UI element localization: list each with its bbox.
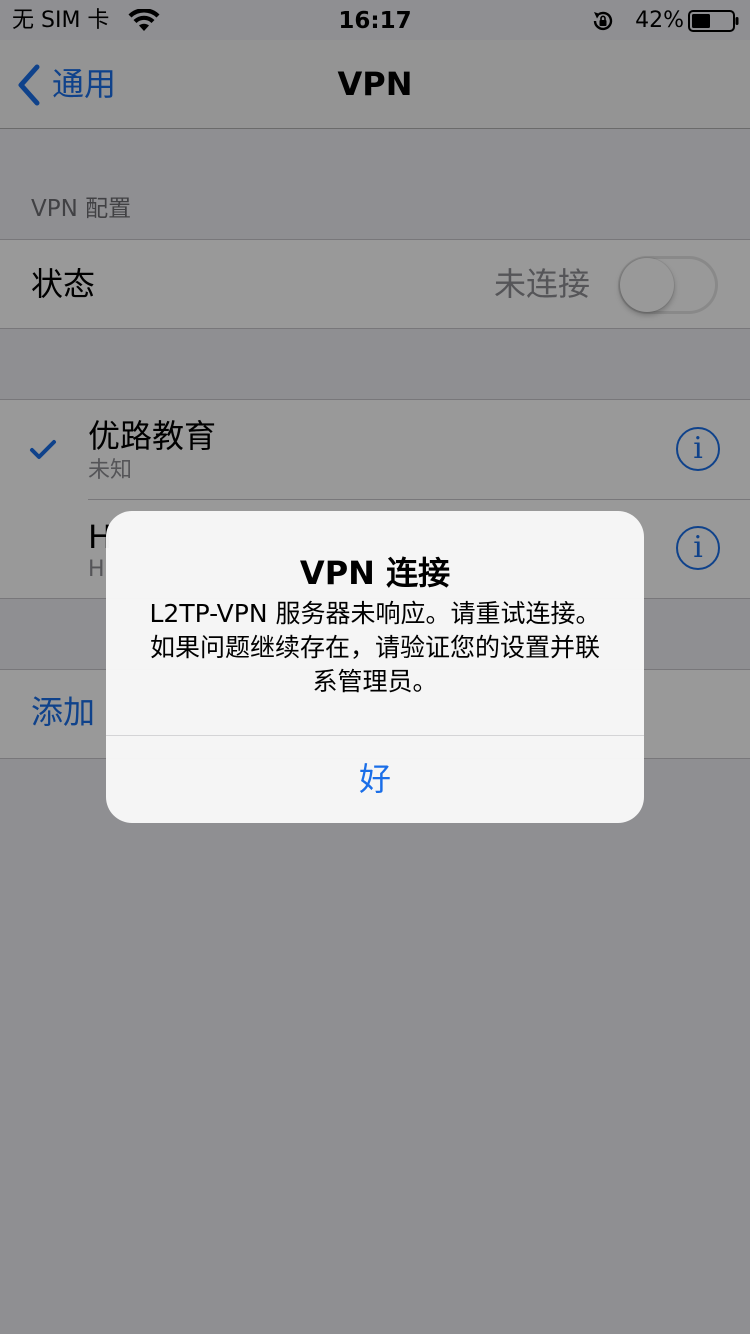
- alert-message: L2TP-VPN 服务器未响应。请重试连接。如果问题继续存在，请验证您的设置并联…: [149, 599, 601, 696]
- ok-button[interactable]: 好: [106, 736, 644, 823]
- alert-title: VPN 连接: [299, 554, 451, 592]
- alert-dialog: VPN 连接 L2TP-VPN 服务器未响应。请重试连接。如果问题继续存在，请验…: [106, 511, 644, 823]
